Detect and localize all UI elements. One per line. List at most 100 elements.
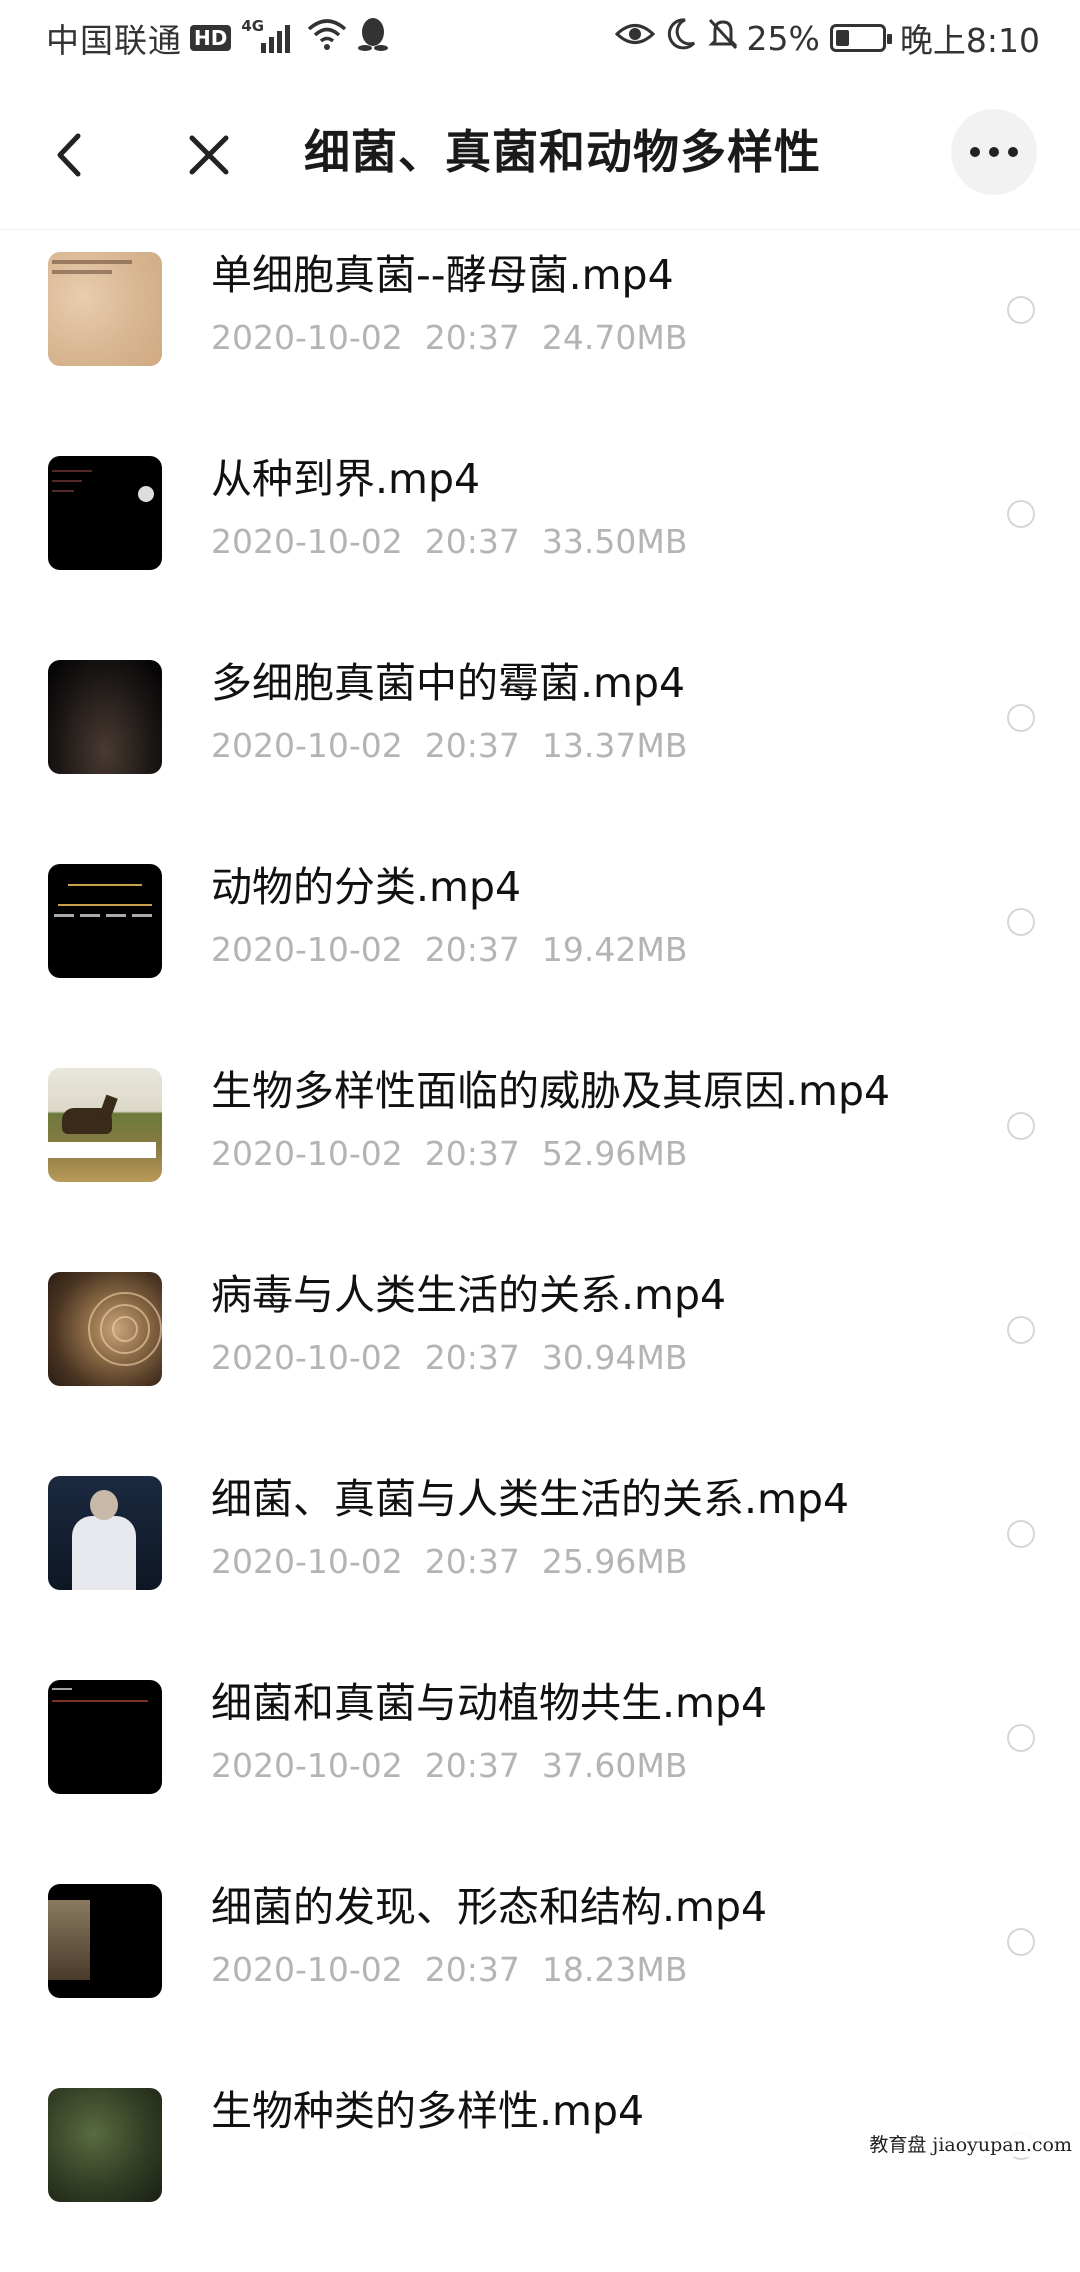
hd-badge: HD	[190, 25, 232, 51]
file-size: 13.37MB	[541, 726, 688, 765]
file-time: 20:37	[424, 1338, 520, 1377]
file-list-item[interactable]: 生物多样性面临的威胁及其原因.mp4 2020-10-02 20:37 52.96M…	[0, 1048, 1080, 1252]
select-radio[interactable]	[1007, 1928, 1035, 1956]
select-radio[interactable]	[1007, 1316, 1035, 1344]
video-thumbnail	[48, 1680, 162, 1794]
more-button[interactable]	[951, 109, 1037, 195]
file-size: 25.96MB	[541, 1542, 688, 1581]
file-meta: 2020-10-02 20:37 52.96MB	[211, 1132, 709, 1176]
back-button[interactable]	[50, 130, 90, 180]
status-right: 25% 晚上8:10	[614, 14, 1040, 62]
file-time: 20:37	[424, 1542, 520, 1581]
select-radio[interactable]	[1007, 296, 1035, 324]
file-date: 2020-10-02	[211, 1746, 403, 1785]
file-meta: 2020-10-02 20:37 33.50MB	[211, 520, 709, 564]
file-size: 37.60MB	[541, 1746, 688, 1785]
file-time: 20:37	[424, 1746, 520, 1785]
file-size: 33.50MB	[541, 522, 688, 561]
file-list-item[interactable]: 动物的分类.mp4 2020-10-02 20:37 19.42MB	[0, 844, 1080, 1048]
file-size: 52.96MB	[541, 1134, 688, 1173]
file-name: 病毒与人类生活的关系.mp4	[211, 1271, 727, 1319]
close-icon	[189, 135, 229, 175]
file-meta	[211, 2152, 277, 2196]
file-name: 细菌和真菌与动植物共生.mp4	[211, 1679, 768, 1727]
eye-comfort-icon	[614, 18, 655, 58]
video-thumbnail	[48, 1272, 162, 1386]
file-time: 20:37	[424, 930, 520, 969]
video-thumbnail	[48, 252, 162, 366]
file-meta: 2020-10-02 20:37 19.42MB	[211, 928, 709, 972]
file-meta: 2020-10-02 20:37 25.96MB	[211, 1540, 709, 1584]
battery-icon	[829, 24, 892, 52]
video-thumbnail	[48, 456, 162, 570]
video-thumbnail	[48, 1068, 162, 1182]
video-thumbnail	[48, 660, 162, 774]
file-list-item[interactable]: 从种到界.mp4 2020-10-02 20:37 33.50MB	[0, 436, 1080, 640]
file-meta: 2020-10-02 20:37 24.70MB	[211, 316, 709, 360]
more-horizontal-icon	[970, 147, 1018, 157]
status-left: 中国联通 HD 4G	[46, 14, 389, 62]
file-date: 2020-10-02	[211, 1542, 403, 1581]
file-date: 2020-10-02	[211, 930, 403, 969]
video-thumbnail	[48, 864, 162, 978]
file-time: 20:37	[424, 1134, 520, 1173]
file-list-item[interactable]: 细菌的发现、形态和结构.mp4 2020-10-02 20:37 18.23MB	[0, 1864, 1080, 2068]
file-date: 2020-10-02	[211, 1338, 403, 1377]
file-list-item[interactable]: 生物种类的多样性.mp4	[0, 2068, 1080, 2272]
nav-bar: 细菌、真菌和动物多样性	[0, 75, 1080, 230]
file-time: 20:37	[424, 318, 520, 357]
file-list-item[interactable]: 细菌、真菌与人类生活的关系.mp4 2020-10-02 20:37 25.96MB	[0, 1456, 1080, 1660]
file-name: 生物多样性面临的威胁及其原因.mp4	[211, 1067, 891, 1115]
video-thumbnail	[48, 1476, 162, 1590]
select-radio[interactable]	[1007, 1724, 1035, 1752]
file-list-item[interactable]: 细菌和真菌与动植物共生.mp4 2020-10-02 20:37 37.60MB	[0, 1660, 1080, 1864]
battery-percent: 25%	[746, 18, 820, 58]
watermark: 教育盘 jiaoyupan.com	[865, 2130, 1076, 2157]
chevron-left-icon	[57, 133, 81, 177]
select-radio[interactable]	[1007, 500, 1035, 528]
file-date: 2020-10-02	[211, 726, 403, 765]
file-time: 20:37	[424, 726, 520, 765]
qq-penguin-icon	[357, 16, 389, 61]
close-button[interactable]	[184, 130, 234, 180]
file-name: 细菌、真菌与人类生活的关系.mp4	[211, 1475, 850, 1523]
file-size: 19.42MB	[541, 930, 688, 969]
cellular-signal-icon: 4G	[241, 17, 297, 55]
file-list-item[interactable]: 单细胞真菌--酵母菌.mp4 2020-10-02 20:37 24.70MB	[0, 232, 1080, 436]
do-not-disturb-moon-icon	[665, 17, 697, 60]
file-size: 30.94MB	[541, 1338, 688, 1377]
video-thumbnail	[48, 2088, 162, 2202]
select-radio[interactable]	[1007, 704, 1035, 732]
file-size: 18.23MB	[541, 1950, 688, 1989]
clock-time: 晚上8:10	[899, 21, 1040, 60]
file-meta: 2020-10-02 20:37 37.60MB	[211, 1744, 709, 1788]
file-date: 2020-10-02	[211, 1134, 403, 1173]
file-meta: 2020-10-02 20:37 30.94MB	[211, 1336, 709, 1380]
page-title: 细菌、真菌和动物多样性	[304, 125, 821, 179]
file-date: 2020-10-02	[211, 1950, 403, 1989]
file-meta: 2020-10-02 20:37 18.23MB	[211, 1948, 709, 1992]
file-name: 从种到界.mp4	[211, 455, 481, 503]
file-list: 单细胞真菌--酵母菌.mp4 2020-10-02 20:37 24.70MB 从种…	[0, 232, 1080, 2272]
file-name: 生物种类的多样性.mp4	[211, 2087, 645, 2135]
select-radio[interactable]	[1007, 1112, 1035, 1140]
carrier-name: 中国联通	[46, 21, 182, 60]
file-name: 细菌的发现、形态和结构.mp4	[211, 1883, 768, 1931]
bell-muted-icon	[707, 17, 739, 60]
file-date: 2020-10-02	[211, 522, 403, 561]
select-radio[interactable]	[1007, 908, 1035, 936]
file-time: 20:37	[424, 522, 520, 561]
file-list-item[interactable]: 多细胞真菌中的霉菌.mp4 2020-10-02 20:37 13.37MB	[0, 640, 1080, 844]
wifi-icon	[307, 17, 347, 60]
video-thumbnail	[48, 1884, 162, 1998]
network-type: 4G	[241, 17, 265, 35]
file-time: 20:37	[424, 1950, 520, 1989]
file-list-item[interactable]: 病毒与人类生活的关系.mp4 2020-10-02 20:37 30.94MB	[0, 1252, 1080, 1456]
file-meta: 2020-10-02 20:37 13.37MB	[211, 724, 709, 768]
status-bar: 中国联通 HD 4G 25% 晚上8:10	[0, 0, 1080, 75]
file-name: 多细胞真菌中的霉菌.mp4	[211, 659, 686, 707]
file-size: 24.70MB	[541, 318, 688, 357]
select-radio[interactable]	[1007, 1520, 1035, 1548]
file-date: 2020-10-02	[211, 318, 403, 357]
file-name: 单细胞真菌--酵母菌.mp4	[211, 251, 674, 299]
